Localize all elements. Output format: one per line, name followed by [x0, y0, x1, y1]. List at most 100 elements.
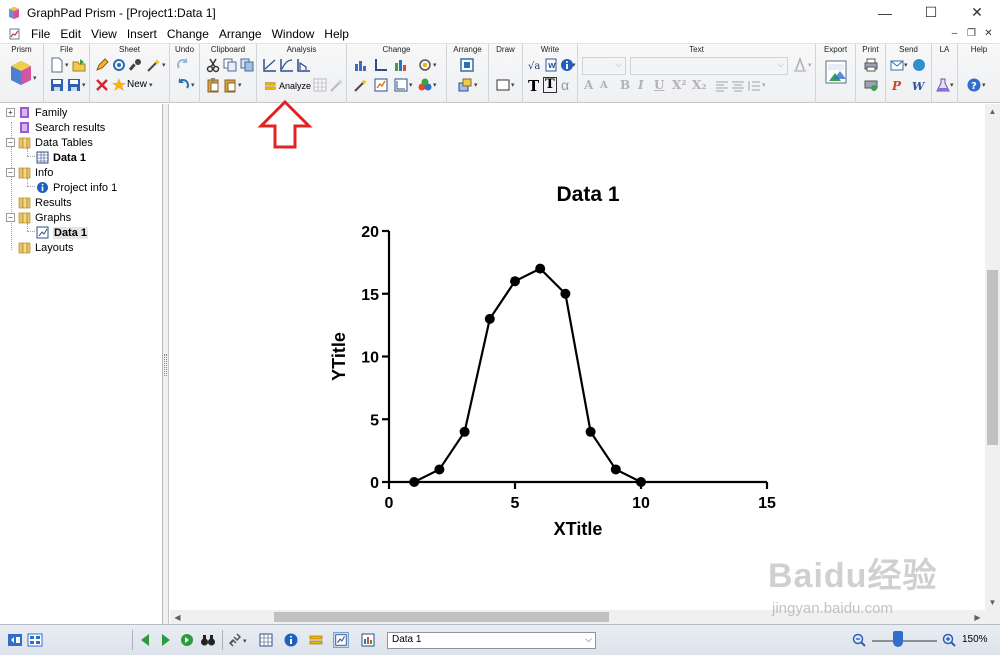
- key-icon[interactable]: [128, 57, 144, 73]
- navigator-toggle-icon[interactable]: [7, 632, 23, 648]
- nav-project-info-1[interactable]: Project info 1: [36, 180, 117, 195]
- find-binoculars-icon[interactable]: [200, 632, 216, 648]
- grow-font-button[interactable]: A: [584, 78, 593, 92]
- vertical-scrollbar[interactable]: ▲ ▼: [985, 104, 1000, 610]
- graph-canvas[interactable]: Data 1 0 5 10 15 20 0 5 10 15 XTitle YTitle: [170, 104, 985, 610]
- sheet-selector[interactable]: Data 1 ⌵: [387, 632, 596, 649]
- text-box-tool-button[interactable]: T: [543, 77, 557, 93]
- menu-help[interactable]: Help: [319, 25, 354, 43]
- go-to-sheet-icon[interactable]: [179, 632, 195, 648]
- horizontal-scrollbar[interactable]: ◀ ▶: [170, 610, 985, 624]
- scroll-left-icon[interactable]: ◀: [170, 610, 185, 624]
- print-icon[interactable]: [863, 57, 879, 73]
- gallery-view-icon[interactable]: [27, 632, 43, 648]
- nav-layouts[interactable]: Layouts: [18, 240, 74, 255]
- copy-special-icon[interactable]: [239, 57, 255, 73]
- previous-sheet-icon[interactable]: [137, 632, 153, 648]
- zoom-in-icon[interactable]: [941, 632, 957, 648]
- bold-button[interactable]: B: [620, 78, 630, 92]
- underline-button[interactable]: U: [654, 78, 664, 92]
- new-sheet-button[interactable]: New: [127, 79, 147, 90]
- results-table-icon[interactable]: [312, 77, 328, 93]
- zoom-slider-thumb[interactable]: [893, 631, 903, 647]
- word-export-icon[interactable]: W: [911, 77, 927, 93]
- data-sheet-view-icon[interactable]: [258, 632, 274, 648]
- bar-chart-icon[interactable]: [353, 57, 369, 73]
- colors-icon[interactable]: [417, 77, 433, 93]
- collapse-toggle[interactable]: −: [6, 138, 15, 147]
- zoom-slider-track[interactable]: [872, 640, 937, 642]
- copy-icon[interactable]: [222, 57, 238, 73]
- nav-search-results[interactable]: Search results: [18, 120, 105, 135]
- subscript-button[interactable]: X₂: [692, 78, 707, 92]
- font-name-select[interactable]: ⌵: [630, 57, 788, 75]
- export-graphic-icon[interactable]: [822, 57, 850, 87]
- format-graph-icon[interactable]: [373, 77, 389, 93]
- color-scheme-icon[interactable]: [393, 57, 409, 73]
- curve-fit-icon[interactable]: [279, 57, 295, 73]
- results-sheet-view-icon[interactable]: [308, 632, 324, 648]
- scroll-down-icon[interactable]: ▼: [985, 595, 1000, 610]
- font-size-select[interactable]: ⌵: [582, 57, 626, 75]
- email-icon[interactable]: [889, 57, 905, 73]
- greek-symbol-button[interactable]: α: [561, 77, 569, 93]
- magic-wand-icon[interactable]: [146, 57, 162, 73]
- close-button[interactable]: ✕: [954, 0, 1000, 25]
- menu-edit[interactable]: Edit: [55, 25, 86, 43]
- axes-icon[interactable]: [373, 57, 389, 73]
- shrink-font-button[interactable]: A: [600, 80, 608, 91]
- scroll-right-icon[interactable]: ▶: [970, 610, 985, 624]
- area-curve-icon[interactable]: [296, 57, 312, 73]
- lab-flask-icon[interactable]: [935, 77, 951, 93]
- menu-window[interactable]: Window: [267, 25, 320, 43]
- scroll-up-icon[interactable]: ▲: [985, 104, 1000, 119]
- line-spacing-icon[interactable]: [746, 78, 762, 94]
- superscript-button[interactable]: X²: [672, 78, 687, 92]
- align-center-icon[interactable]: [730, 78, 746, 94]
- graph-sheet[interactable]: Data 1 0 5 10 15 20 0 5 10 15 XTitle YTitle: [170, 104, 985, 610]
- mdi-restore-button[interactable]: ❐: [964, 26, 979, 40]
- navigator-splitter[interactable]: [163, 104, 169, 624]
- zoom-out-icon[interactable]: [851, 632, 867, 648]
- rotate-icon[interactable]: [417, 57, 433, 73]
- minimize-button[interactable]: —: [862, 0, 908, 25]
- text-tool-button[interactable]: T: [528, 77, 539, 95]
- menu-change[interactable]: Change: [162, 25, 214, 43]
- powerpoint-icon[interactable]: P: [889, 77, 905, 93]
- font-color-icon[interactable]: [792, 57, 808, 73]
- menu-insert[interactable]: Insert: [122, 25, 162, 43]
- layout-sheet-view-icon[interactable]: [360, 632, 376, 648]
- prism-cube-icon[interactable]: [8, 58, 34, 88]
- save-icon[interactable]: [49, 77, 65, 93]
- web-globe-icon[interactable]: [911, 57, 927, 73]
- expand-toggle[interactable]: +: [6, 108, 15, 117]
- draw-shape-icon[interactable]: [495, 77, 511, 93]
- mdi-close-button[interactable]: ✕: [981, 26, 996, 40]
- group-objects-icon[interactable]: [457, 77, 473, 93]
- chevron-down-icon[interactable]: ⌵: [585, 634, 592, 645]
- analyze-button[interactable]: Analyze: [262, 77, 314, 94]
- horizontal-scroll-thumb[interactable]: [274, 612, 609, 622]
- nav-family[interactable]: + Family: [6, 105, 67, 120]
- menu-arrange[interactable]: Arrange: [214, 25, 267, 43]
- undo-icon[interactable]: [175, 77, 191, 93]
- nav-data-tables[interactable]: − Data Tables: [6, 135, 93, 150]
- link-icon[interactable]: [227, 632, 243, 648]
- vertical-scroll-thumb[interactable]: [987, 270, 998, 445]
- collapse-toggle[interactable]: −: [6, 213, 15, 222]
- new-project-icon[interactable]: [49, 57, 65, 73]
- nav-results[interactable]: Results: [18, 195, 72, 210]
- cut-icon[interactable]: [205, 57, 221, 73]
- align-icon[interactable]: [459, 57, 475, 73]
- italic-button[interactable]: I: [638, 78, 644, 92]
- save-as-icon[interactable]: [66, 77, 82, 93]
- pencil-icon[interactable]: [94, 57, 110, 73]
- mdi-minimize-button[interactable]: –: [947, 26, 962, 40]
- graph-sheet-view-icon[interactable]: [333, 632, 349, 648]
- delete-icon[interactable]: [94, 77, 110, 93]
- paste-special-icon[interactable]: [222, 77, 238, 93]
- menu-view[interactable]: View: [86, 25, 122, 43]
- wand-analysis-icon[interactable]: [329, 77, 345, 93]
- nav-info[interactable]: − Info: [6, 165, 53, 180]
- magic-format-icon[interactable]: [353, 77, 369, 93]
